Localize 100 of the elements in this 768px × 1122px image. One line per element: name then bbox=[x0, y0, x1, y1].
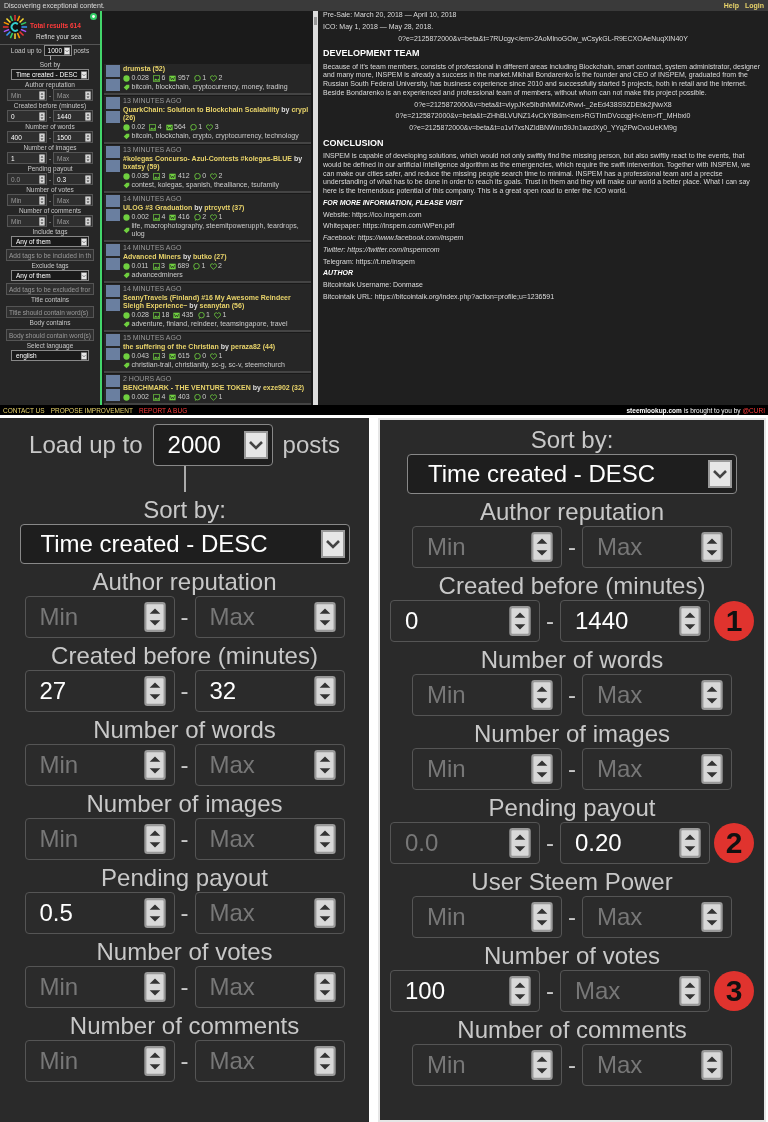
coin-icon bbox=[123, 393, 130, 401]
range-dash: - bbox=[545, 977, 555, 1005]
spinner-icon[interactable] bbox=[39, 153, 45, 163]
range-dash: - bbox=[179, 751, 190, 779]
number-input-field[interactable]: 0 bbox=[390, 600, 540, 642]
photo-placeholder bbox=[106, 375, 120, 387]
spinner-icon[interactable] bbox=[85, 153, 91, 163]
filter-label: Number of words bbox=[480, 646, 664, 674]
spinner-icon[interactable] bbox=[143, 972, 166, 1002]
spinner-icon[interactable] bbox=[679, 828, 701, 858]
heart-icon bbox=[213, 311, 221, 319]
coin-icon bbox=[123, 352, 130, 360]
number-input-field[interactable]: 0.5 bbox=[24, 892, 175, 934]
chevron-down-icon[interactable] bbox=[708, 458, 732, 490]
tag-icon bbox=[123, 83, 130, 91]
spinner-icon[interactable] bbox=[701, 532, 723, 562]
spinner-icon[interactable] bbox=[143, 898, 166, 928]
range-dash: - bbox=[179, 1047, 190, 1075]
spinner-icon[interactable] bbox=[531, 902, 553, 932]
chevron-down-icon[interactable] bbox=[63, 46, 70, 55]
spinner-icon[interactable] bbox=[701, 902, 723, 932]
number-input-field[interactable]: 1440 bbox=[560, 600, 710, 642]
filter-label: Number of images bbox=[86, 790, 283, 818]
select-dropdown[interactable]: Time created - DESC bbox=[19, 524, 350, 564]
words-icon bbox=[168, 262, 176, 270]
number-input-field[interactable]: 32 bbox=[194, 670, 345, 712]
spinner-icon[interactable] bbox=[85, 216, 91, 226]
filter-label: Author reputation bbox=[479, 498, 665, 526]
spinner-icon[interactable] bbox=[39, 111, 45, 121]
heart-icon bbox=[209, 262, 217, 270]
filter-label: Number of comments bbox=[457, 1016, 687, 1044]
spinner-icon[interactable] bbox=[143, 602, 166, 632]
range-dash: - bbox=[567, 1051, 577, 1079]
spinner-icon[interactable] bbox=[85, 195, 91, 205]
spinner-icon[interactable] bbox=[679, 976, 701, 1006]
spinner-icon[interactable] bbox=[39, 132, 45, 142]
spinner-icon[interactable] bbox=[701, 680, 723, 710]
spinner-icon[interactable] bbox=[85, 111, 91, 121]
comment-icon bbox=[189, 123, 197, 131]
tag-icon bbox=[123, 181, 130, 189]
spinner-icon[interactable] bbox=[679, 606, 701, 636]
words-icon bbox=[165, 123, 173, 131]
spinner-icon[interactable] bbox=[143, 750, 166, 780]
comment-icon bbox=[193, 393, 201, 401]
spinner-icon[interactable] bbox=[531, 1050, 553, 1080]
chevron-down-icon[interactable] bbox=[81, 70, 87, 79]
chevron-down-icon[interactable] bbox=[81, 271, 87, 280]
filter-label: User Steem Power bbox=[471, 868, 673, 896]
filter-label: Pending payout bbox=[488, 794, 656, 822]
select-dropdown[interactable]: Time created - DESC bbox=[407, 454, 737, 494]
chevron-down-icon[interactable] bbox=[81, 237, 87, 246]
count-dropdown[interactable]: 2000 bbox=[152, 424, 273, 466]
spinner-icon[interactable] bbox=[313, 824, 336, 854]
spinner-icon[interactable] bbox=[39, 195, 45, 205]
range-dash: - bbox=[545, 607, 555, 635]
words-icon bbox=[173, 311, 181, 319]
number-input-field[interactable]: 100 bbox=[390, 970, 540, 1012]
scrollbar[interactable] bbox=[313, 11, 318, 405]
spinner-icon[interactable] bbox=[313, 676, 336, 706]
number-input-field[interactable]: 0.20 bbox=[560, 822, 710, 864]
spinner-icon[interactable] bbox=[509, 976, 531, 1006]
range-dash: - bbox=[567, 533, 577, 561]
spinner-icon[interactable] bbox=[85, 174, 91, 184]
spinner-icon[interactable] bbox=[313, 1046, 336, 1076]
spinner-icon[interactable] bbox=[313, 972, 336, 1002]
range-dash: - bbox=[545, 829, 555, 857]
image-icon bbox=[153, 213, 161, 221]
chevron-down-icon[interactable] bbox=[243, 429, 268, 461]
photo-placeholder bbox=[106, 79, 120, 91]
heart-icon bbox=[210, 393, 218, 401]
spinner-icon[interactable] bbox=[39, 174, 45, 184]
chevron-down-icon[interactable] bbox=[81, 351, 87, 360]
spinner-icon[interactable] bbox=[85, 90, 91, 100]
filter-label: Pending payout bbox=[101, 864, 268, 892]
chevron-down-icon[interactable] bbox=[320, 528, 345, 560]
image-icon bbox=[153, 311, 161, 319]
spinner-icon[interactable] bbox=[313, 750, 336, 780]
spinner-icon[interactable] bbox=[531, 680, 553, 710]
spinner-icon[interactable] bbox=[701, 1050, 723, 1080]
spinner-icon[interactable] bbox=[509, 606, 531, 636]
spinner-icon[interactable] bbox=[85, 132, 91, 142]
spinner-icon[interactable] bbox=[143, 824, 166, 854]
spinner-icon[interactable] bbox=[313, 898, 336, 928]
spinner-icon[interactable] bbox=[313, 602, 336, 632]
photo-placeholder bbox=[106, 258, 120, 270]
spinner-icon[interactable] bbox=[39, 90, 45, 100]
photo-placeholder bbox=[106, 97, 120, 109]
tag-icon bbox=[123, 320, 130, 328]
spinner-icon[interactable] bbox=[39, 216, 45, 226]
spinner-icon[interactable] bbox=[143, 676, 166, 706]
image-icon bbox=[149, 123, 157, 131]
spinner-icon[interactable] bbox=[531, 532, 553, 562]
spinner-icon[interactable] bbox=[509, 828, 531, 858]
spinner-icon[interactable] bbox=[143, 1046, 166, 1076]
words-icon bbox=[169, 352, 177, 360]
range-dash: - bbox=[567, 903, 577, 931]
number-input-field[interactable]: 27 bbox=[24, 670, 175, 712]
image-icon bbox=[153, 393, 161, 401]
spinner-icon[interactable] bbox=[531, 754, 553, 784]
spinner-icon[interactable] bbox=[701, 754, 723, 784]
